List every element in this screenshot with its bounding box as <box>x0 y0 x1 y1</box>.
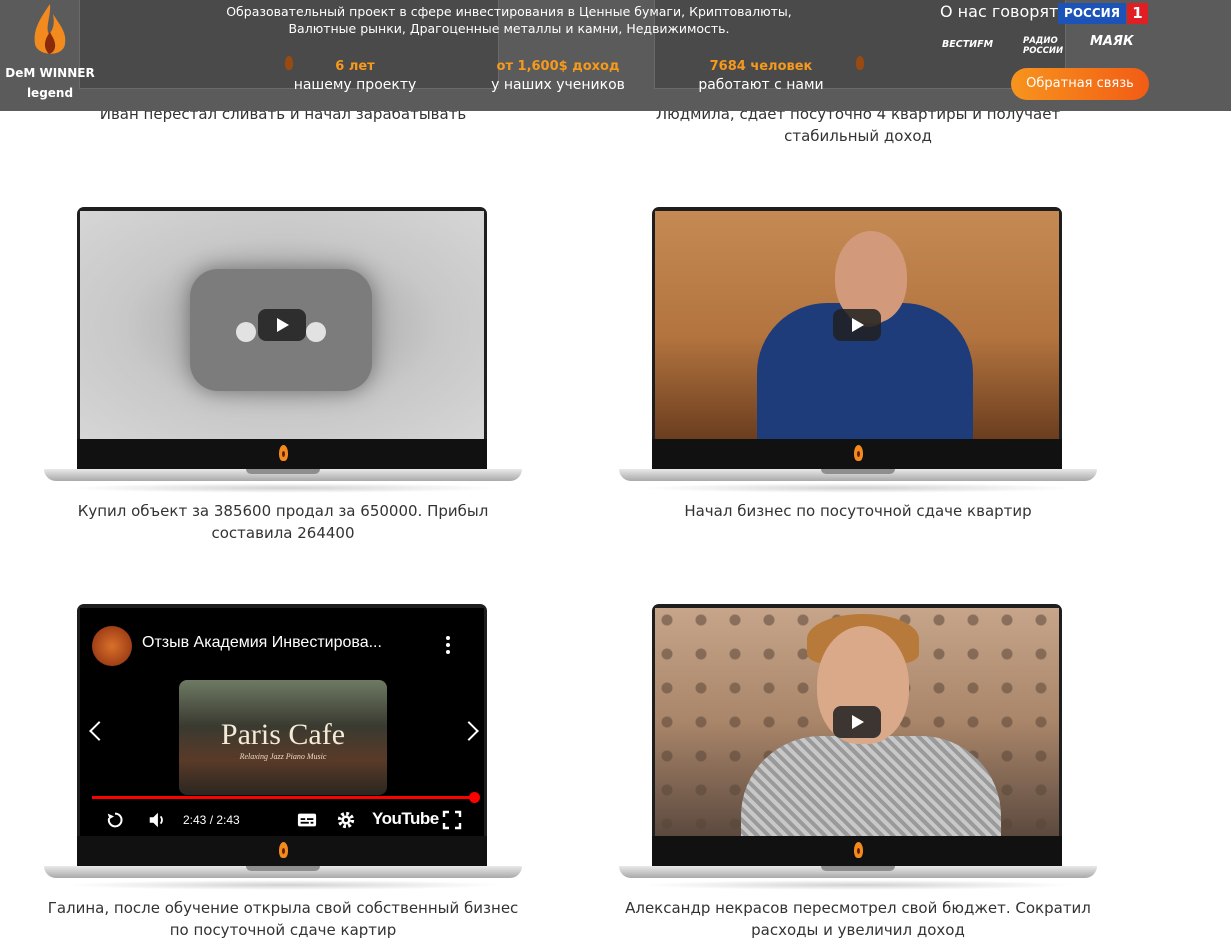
laptop-base <box>619 469 1097 481</box>
channel-avatar[interactable] <box>92 626 132 666</box>
stat-value: от 1,600$ доход <box>496 59 620 74</box>
radio-logos: ВЕСТИFM РАДИО РОССИИ МАЯК <box>940 34 1150 56</box>
mayak-logo: МАЯК <box>1090 34 1134 49</box>
video-title[interactable]: Отзыв Академия Инвестирова... <box>142 634 382 652</box>
volume-icon[interactable] <box>146 810 168 830</box>
press-label: О нас говорят: <box>940 2 1064 21</box>
testimonial-video-card: Отзыв Академия Инвестирова... Paris Cafe… <box>44 604 522 904</box>
laptop-chin <box>652 439 1062 469</box>
video-frame-person <box>741 736 1001 836</box>
flame-logo-icon <box>279 445 288 461</box>
testimonial-video-card <box>44 207 522 507</box>
play-button-icon[interactable] <box>833 309 881 341</box>
russia1-logo[interactable]: РОССИЯ 1 <box>1058 3 1148 24</box>
testimonial-caption: Александр некрасов пересмотрел свой бюдж… <box>625 899 1091 939</box>
laptop-chin <box>77 439 487 469</box>
flame-logo-icon <box>34 4 66 54</box>
laptop-chin <box>652 836 1062 866</box>
related-video-thumbnail[interactable]: Paris Cafe Relaxing Jazz Piano Music <box>179 680 387 795</box>
laptop-base <box>619 866 1097 878</box>
site-header: DeM WINNER legend Образовательный проект… <box>0 0 1231 111</box>
header-tagline: Образовательный проект в сфере инвестиро… <box>226 4 792 36</box>
more-options-icon[interactable] <box>446 636 450 654</box>
radio-rossii-logo: РАДИО РОССИИ <box>1023 36 1064 56</box>
progress-scrubber[interactable] <box>469 792 480 803</box>
laptop-base <box>44 469 522 481</box>
testimonial-caption: Купил объект за 385600 продал за 650000.… <box>77 502 489 542</box>
testimonial-video-card <box>619 604 1097 904</box>
stat-value: 7684 человек <box>709 59 813 74</box>
stat-label: работают с нами <box>698 77 824 93</box>
youtube-logo[interactable]: YouTube <box>372 809 439 829</box>
laptop-frame <box>652 207 1062 469</box>
brand-subtitle: legend <box>26 86 74 100</box>
laptop-chin <box>77 836 487 866</box>
testimonial-caption: Начал бизнес по посуточной сдаче квартир <box>684 502 1032 520</box>
laptop-frame <box>77 207 487 469</box>
previous-arrow-icon[interactable] <box>89 721 109 741</box>
testimonial-caption: Галина, после обучение открыла свой собс… <box>47 899 519 939</box>
laptop-frame <box>652 604 1062 866</box>
video-player[interactable] <box>655 608 1059 836</box>
youtube-player[interactable]: Отзыв Академия Инвестирова... Paris Cafe… <box>80 608 484 836</box>
stat-people: 7684 человек работают с нами <box>671 58 851 95</box>
vestifm-logo: ВЕСТИFM <box>942 39 994 50</box>
replay-icon[interactable] <box>104 810 126 830</box>
stat-years: 6 лет нашему проекту <box>265 58 445 95</box>
play-button-icon[interactable] <box>833 706 881 738</box>
progress-bar[interactable] <box>92 792 480 803</box>
stat-label: у наших учеников <box>491 77 625 93</box>
flame-logo-icon <box>279 842 288 858</box>
settings-gear-icon[interactable] <box>335 810 357 830</box>
laptop-base <box>44 866 522 878</box>
stat-value: 6 лет <box>335 59 375 74</box>
time-display: 2:43 / 2:43 <box>183 813 240 827</box>
russia1-logo-text: РОССИЯ <box>1058 3 1126 24</box>
russia1-logo-number: 1 <box>1127 3 1148 24</box>
brand-name: DeM WINNER <box>5 66 95 80</box>
subtitles-icon[interactable] <box>296 810 318 830</box>
video-player[interactable] <box>655 211 1059 439</box>
flame-logo-icon <box>854 842 863 858</box>
laptop-frame: Отзыв Академия Инвестирова... Paris Cafe… <box>77 604 487 866</box>
thumbnail-title: Paris Cafe <box>220 718 346 751</box>
flame-logo-icon <box>854 445 863 461</box>
video-player[interactable] <box>80 211 484 439</box>
brand-logo[interactable]: DeM WINNER legend <box>0 0 100 111</box>
fullscreen-icon[interactable] <box>442 810 462 830</box>
thumbnail-subtitle: Relaxing Jazz Piano Music <box>239 752 327 761</box>
stat-label: нашему проекту <box>293 77 417 93</box>
feedback-button[interactable]: Обратная связь <box>1011 68 1149 100</box>
testimonial-video-card <box>619 207 1097 507</box>
play-button-icon[interactable] <box>258 309 306 341</box>
next-arrow-icon[interactable] <box>459 721 479 741</box>
stat-income: от 1,600$ доход у наших учеников <box>468 58 648 95</box>
